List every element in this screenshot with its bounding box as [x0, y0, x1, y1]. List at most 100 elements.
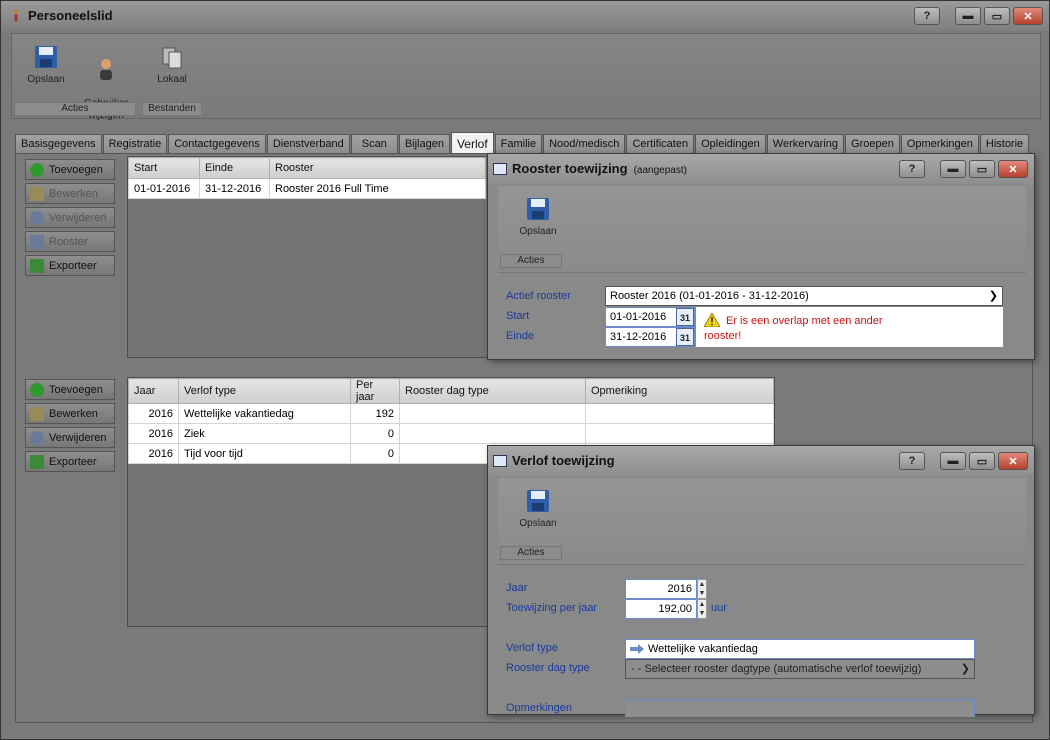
roster-table: Start Einde Rooster 01-01-2016 31-12-201… — [128, 157, 486, 199]
roster-delete-button[interactable]: Verwijderen — [25, 207, 115, 228]
column-leave-type[interactable]: Verlof type — [178, 378, 351, 404]
column-roster[interactable]: Rooster — [269, 157, 486, 179]
tab-certificaten[interactable]: Certificaten — [626, 134, 695, 154]
local-button[interactable]: Lokaal — [144, 44, 200, 86]
minimize-button[interactable]: ▬ — [955, 7, 981, 25]
arrow-right-icon — [630, 644, 644, 654]
help-button[interactable]: ? — [914, 7, 940, 25]
tab-contactgegevens[interactable]: Contactgegevens — [168, 134, 266, 154]
warning-text: Er is een overlap met een ander — [726, 315, 883, 327]
tab-opleidingen[interactable]: Opleidingen — [695, 134, 766, 154]
year-label: Jaar — [506, 582, 528, 594]
notes-label: Opmerkingen — [506, 702, 573, 714]
cell-start: 01-01-2016 — [128, 178, 200, 199]
column-end[interactable]: Einde — [199, 157, 270, 179]
calendar-icon[interactable]: 31 — [676, 308, 694, 326]
cell-end: 31-12-2016 — [199, 178, 270, 199]
delete-icon — [30, 210, 44, 225]
table-row[interactable]: 01-01-2016 31-12-2016 Rooster 2016 Full … — [128, 178, 486, 199]
leave-edit-button[interactable]: Bewerken — [25, 403, 115, 424]
verlof-dialog-titlebar: Verlof toewijzing ? ▬ ▭ ✕ — [488, 446, 1034, 476]
calendar-icon — [30, 234, 44, 249]
tab-scan[interactable]: Scan — [350, 134, 398, 154]
warning-text-2: rooster! — [704, 330, 742, 342]
verlof-save-button[interactable]: Opslaan — [510, 488, 566, 530]
verlof-dialog: Verlof toewijzing ? ▬ ▭ ✕ Opslaan Acties… — [487, 445, 1035, 717]
local-label: Lokaal — [157, 74, 187, 85]
minimize-button[interactable]: ▬ — [940, 452, 966, 470]
allocation-stepper[interactable]: ▲ ▼ — [697, 599, 707, 619]
column-remark[interactable]: Opmeriking — [585, 378, 774, 404]
tab-historie[interactable]: Historie — [979, 134, 1030, 154]
rooster-save-button[interactable]: Opslaan — [510, 196, 566, 238]
tab-basisgegevens[interactable]: Basisgegevens — [15, 134, 102, 154]
roster-export-button[interactable]: Exporteer — [25, 255, 115, 276]
maximize-button[interactable]: ▭ — [984, 7, 1010, 25]
maximize-button[interactable]: ▭ — [969, 160, 995, 178]
tab-werkervaring[interactable]: Werkervaring — [766, 134, 845, 154]
tab-verlof[interactable]: Verlof — [450, 132, 494, 154]
column-roster-day-type[interactable]: Rooster dag type — [399, 378, 586, 404]
save-label: Opslaan — [27, 74, 65, 85]
end-label: Einde — [506, 330, 535, 342]
pencil-icon — [30, 406, 44, 421]
notes-field[interactable] — [625, 699, 975, 717]
close-button[interactable]: ✕ — [998, 160, 1028, 178]
year-field[interactable]: 2016 — [625, 579, 697, 599]
table-row[interactable]: 2016 Wettelijke vakantiedag 192 — [128, 403, 774, 424]
day-type-label: Rooster dag type — [506, 662, 590, 674]
warning-box: Er is een overlap met een ander rooster! — [696, 307, 1003, 347]
group-actions: Acties — [500, 546, 562, 560]
maximize-button[interactable]: ▭ — [969, 452, 995, 470]
leave-type-label: Verlof type — [506, 642, 558, 654]
leave-add-button[interactable]: Toevoegen — [25, 379, 115, 400]
save-button[interactable]: Opslaan — [18, 44, 74, 86]
personnel-window: Personeelslid ? ▬ ▭ ✕ Opslaan Gebruiker … — [0, 0, 1050, 740]
group-actions: Acties — [14, 102, 136, 116]
minimize-button[interactable]: ▬ — [940, 160, 966, 178]
rooster-dialog-subtitle: (aangepast) — [633, 165, 687, 176]
column-per-year[interactable]: Per jaar — [350, 378, 400, 404]
tab-familie[interactable]: Familie — [494, 134, 543, 154]
leave-delete-button[interactable]: Verwijderen — [25, 427, 115, 448]
rooster-dialog-title: Rooster toewijzing — [512, 161, 628, 176]
active-roster-select[interactable]: Rooster 2016 (01-01-2016 - 31-12-2016) ❯ — [605, 286, 1003, 306]
leave-export-button[interactable]: Exporteer — [25, 451, 115, 472]
table-row[interactable]: 2016 Ziek 0 — [128, 423, 774, 444]
calendar-icon — [493, 455, 507, 467]
leave-type-field[interactable]: Wettelijke vakantiedag — [625, 639, 975, 659]
unit-label: uur — [711, 602, 727, 614]
roster-edit-button[interactable]: Bewerken — [25, 183, 115, 204]
rooster-dialog: Rooster toewijzing (aangepast) ? ▬ ▭ ✕ Op… — [487, 153, 1035, 360]
tab-dienstverband[interactable]: Dienstverband — [266, 134, 350, 154]
verlof-dialog-title: Verlof toewijzing — [512, 453, 615, 468]
tab-groepen[interactable]: Groepen — [845, 134, 900, 154]
window-title: Personeelslid — [28, 8, 113, 23]
allocation-field[interactable]: 192,00 — [625, 599, 697, 619]
ribbon: Opslaan Gebruiker wijzigen Lokaal Acties… — [11, 33, 1041, 121]
start-label: Start — [506, 310, 530, 322]
help-button[interactable]: ? — [899, 160, 925, 178]
close-button[interactable]: ✕ — [1013, 7, 1043, 25]
title-bar: Personeelslid ? ▬ ▭ ✕ — [1, 1, 1049, 31]
chevron-down-icon: ❯ — [960, 663, 970, 675]
roster-grid-panel: Start Einde Rooster 01-01-2016 31-12-201… — [127, 156, 489, 358]
roster-schedule-button[interactable]: Rooster — [25, 231, 115, 252]
column-year[interactable]: Jaar — [128, 378, 179, 404]
tab-opmerkingen[interactable]: Opmerkingen — [900, 134, 979, 154]
person-icon — [13, 9, 19, 22]
calendar-icon — [493, 163, 507, 175]
day-type-select[interactable]: - - Selecteer rooster dagtype (automatis… — [625, 659, 975, 679]
close-button[interactable]: ✕ — [998, 452, 1028, 470]
active-roster-label: Actief rooster — [506, 290, 571, 302]
column-start[interactable]: Start — [128, 157, 200, 179]
year-stepper[interactable]: ▲ ▼ — [697, 579, 707, 599]
tab-registratie[interactable]: Registratie — [102, 134, 168, 154]
calendar-icon[interactable]: 31 — [676, 328, 694, 346]
tab-nood-medisch[interactable]: Nood/medisch — [543, 134, 626, 154]
delete-icon — [30, 430, 44, 445]
rooster-dialog-ribbon: Opslaan Acties — [498, 186, 1026, 272]
roster-add-button[interactable]: Toevoegen — [25, 159, 115, 180]
tab-bijlagen[interactable]: Bijlagen — [398, 134, 450, 154]
help-button[interactable]: ? — [899, 452, 925, 470]
